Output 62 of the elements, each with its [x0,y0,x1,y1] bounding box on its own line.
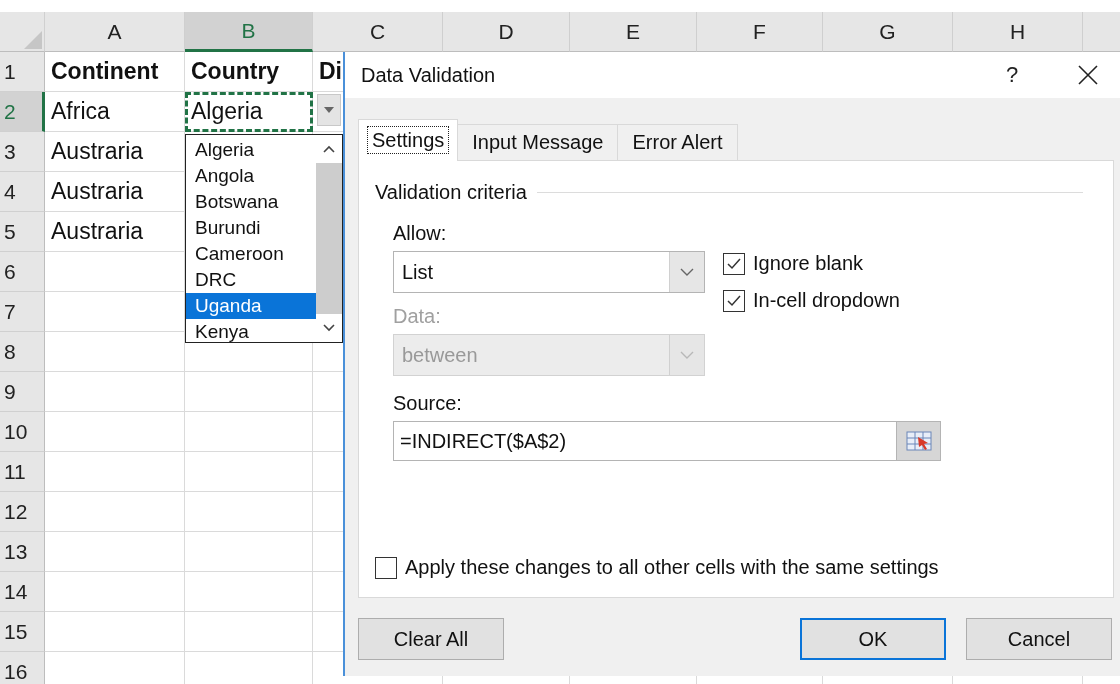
table-cell: Continent [45,52,185,92]
column-header[interactable]: C [313,12,443,52]
help-button[interactable]: ? [992,61,1032,89]
row-header[interactable]: 3 [0,132,45,172]
column-header[interactable]: G [823,12,953,52]
checkbox[interactable] [723,289,745,312]
caret-icon [324,107,334,113]
row-header[interactable]: 16 [0,652,45,684]
row-header[interactable]: 6 [0,252,45,292]
table-cell: Africa [45,92,185,132]
checkbox-label[interactable]: In-cell dropdown [753,289,900,312]
column-header[interactable]: D [443,12,570,52]
scroll-down-icon[interactable] [323,324,335,332]
row-header[interactable]: 4 [0,172,45,212]
row-header[interactable]: 8 [0,332,45,372]
row-header[interactable]: 1 [0,52,45,92]
list-item[interactable]: Botswana [186,189,316,215]
row-header[interactable]: 2 [0,92,45,132]
section-title: Validation criteria [375,181,527,204]
list-item[interactable]: Kenya [186,319,316,345]
tab[interactable]: Error Alert [617,124,738,160]
row-header[interactable]: 9 [0,372,45,412]
allow-dropdown[interactable]: List [393,251,705,293]
chevron-down-icon [680,268,694,276]
list-item[interactable]: Algeria [186,137,316,163]
list-item[interactable]: Cameroon [186,241,316,267]
checkbox[interactable] [375,556,397,579]
checkbox-label[interactable]: Ignore blank [753,252,864,275]
chevron-down-icon [680,351,694,359]
check-icon [726,293,742,308]
table-cell: Country [185,52,313,92]
row-header[interactable]: 5 [0,212,45,252]
column-header[interactable]: B [185,12,313,52]
checkbox-label[interactable]: Apply these changes to all other cells with the same settings [405,556,939,579]
tab[interactable]: Settings [358,119,459,161]
row-header[interactable]: 11 [0,452,45,492]
column-header[interactable]: H [953,12,1083,52]
column-header[interactable]: E [570,12,697,52]
checkbox[interactable] [723,252,745,275]
dialog-button[interactable]: Cancel [966,618,1112,660]
list-item[interactable]: Angola [186,163,316,189]
scroll-up-icon[interactable] [323,145,335,153]
table-cell: Algeria [185,92,313,132]
row-header[interactable]: 10 [0,412,45,452]
column-header[interactable]: F [697,12,823,52]
row-header[interactable]: 14 [0,572,45,612]
corner-triangle-icon [22,29,44,51]
list-item[interactable]: DRC [186,267,316,293]
row-header[interactable]: 7 [0,292,45,332]
field-label: Allow: [393,222,448,245]
list-item[interactable]: Burundi [186,215,316,241]
row-header[interactable]: 15 [0,612,45,652]
row-header[interactable]: 13 [0,532,45,572]
list-item[interactable]: Uganda [186,293,316,319]
column-header[interactable]: A [45,12,185,52]
field-label: Data: [393,305,442,328]
dialog-button[interactable]: OK [800,618,946,660]
check-icon [726,256,742,271]
dialog-button[interactable]: Clear All [358,618,504,660]
field-label: Source: [393,392,463,415]
row-header[interactable]: 12 [0,492,45,532]
dropdown-button[interactable] [317,94,341,126]
